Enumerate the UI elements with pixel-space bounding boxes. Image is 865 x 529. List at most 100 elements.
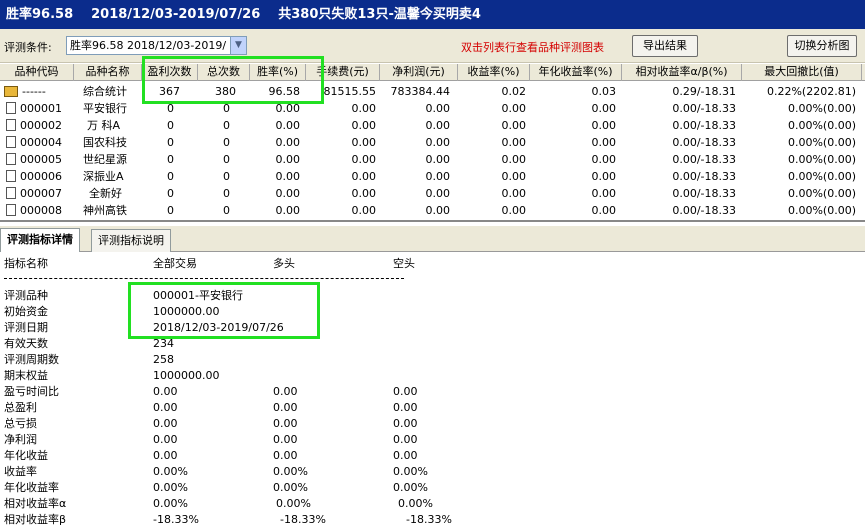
row-drawdown: 0.22%(2202.81) [766,85,856,98]
row-relative: 0.00/-18.33 [672,187,736,200]
row-total: 0 [223,136,230,149]
list-item: 盈亏时间比 0.00 0.00 0.00 [4,385,418,398]
list-item: 评测周期数 258 [4,353,174,366]
row-annual: 0.03 [591,85,617,98]
document-icon [6,170,16,182]
row-rate: 0.00 [275,204,301,217]
document-icon [6,153,16,165]
table-row[interactable]: 000006 深振业A 0 0 0.00 0.00 0.00 0.00 0.00… [0,168,865,185]
document-icon [6,204,16,216]
row-total: 0 [223,153,230,166]
highlight-box-details [128,282,320,339]
list-item: 相对收益率α 0.00% 0.00% 0.00% [4,497,433,510]
detail-header-all: 全部交易 [153,257,197,270]
document-icon [6,187,16,199]
row-code: 000005 [6,151,62,168]
detail-header-short: 空头 [393,257,415,270]
table-row[interactable]: 000001 平安银行 0 0 0.00 0.00 0.00 0.00 0.00… [0,100,865,117]
row-drawdown: 0.00%(0.00) [787,204,856,217]
row-drawdown: 0.00%(0.00) [787,102,856,115]
row-profit: 0.00 [425,187,451,200]
summary-icon [4,85,18,97]
row-code: 000002 [6,117,62,134]
row-profit: 783384.44 [390,85,451,98]
col-return-header[interactable]: 收益率(%) [458,64,530,81]
condition-select-value: 胜率96.58 2018/12/03-2019/ [70,39,227,52]
table-row[interactable]: 000007 全新好 0 0 0.00 0.00 0.00 0.00 0.00 … [0,185,865,202]
row-fee: 0.00 [351,170,377,183]
row-annual: 0.00 [591,119,617,132]
col-profit-header[interactable]: 净利润(元) [380,64,458,81]
row-wins: 0 [167,187,174,200]
row-fee: 0.00 [351,136,377,149]
list-item: 总亏损 0.00 0.00 0.00 [4,417,418,430]
row-profit: 0.00 [425,102,451,115]
row-rate: 0.00 [275,187,301,200]
row-relative: 0.00/-18.33 [672,136,736,149]
row-annual: 0.00 [591,187,617,200]
row-fee: 0.00 [351,187,377,200]
row-wins: 0 [167,119,174,132]
list-item: 年化收益率 0.00% 0.00% 0.00% [4,481,428,494]
row-profit: 0.00 [425,136,451,149]
row-name: 世纪星源 [83,153,127,166]
row-return: 0.00 [501,204,527,217]
row-code: ------ [4,83,46,100]
row-wins: 0 [167,153,174,166]
row-relative: 0.29/-18.31 [672,85,736,98]
row-annual: 0.00 [591,204,617,217]
detail-header-row: 指标名称 全部交易 多头 空头 [0,256,865,272]
row-name: 万 科A [87,119,121,132]
list-item: 净利润 0.00 0.00 0.00 [4,433,418,446]
row-name: 平安银行 [83,102,127,115]
table-row[interactable]: ------ 综合统计 367 380 96.58 81515.55 78338… [0,83,865,100]
col-name-header[interactable]: 品种名称 [74,64,142,81]
row-rate: 0.00 [275,136,301,149]
document-icon [6,136,16,148]
row-wins: 0 [167,136,174,149]
list-item: 期末权益 1000000.00 [4,369,220,382]
title-bar: 胜率96.58 2018/12/03-2019/07/26 共380只失败13只-温… [0,0,865,29]
document-icon [6,102,16,114]
list-item: 总盈利 0.00 0.00 0.00 [4,401,418,414]
row-code: 000006 [6,168,62,185]
row-name: 国农科技 [83,136,127,149]
tab-indicator-description[interactable]: 评测指标说明 [91,229,171,252]
row-annual: 0.00 [591,102,617,115]
row-profit: 0.00 [425,119,451,132]
switch-chart-button[interactable]: 切换分析图 [787,35,857,57]
row-code: 000004 [6,134,62,151]
row-total: 0 [223,187,230,200]
condition-label: 评测条件: [4,41,52,54]
row-name: 全新好 [89,187,122,200]
table-row[interactable]: 000002 万 科A 0 0 0.00 0.00 0.00 0.00 0.00… [0,117,865,134]
table-row[interactable]: 000004 国农科技 0 0 0.00 0.00 0.00 0.00 0.00… [0,134,865,151]
list-item: 收益率 0.00% 0.00% 0.00% [4,465,428,478]
row-relative: 0.00/-18.33 [672,153,736,166]
col-code-header[interactable]: 品种代码 [0,64,74,81]
row-rate: 0.00 [275,119,301,132]
document-icon [6,119,16,131]
row-return: 0.02 [501,85,527,98]
row-profit: 0.00 [425,153,451,166]
row-code: 000008 [6,202,62,219]
col-drawdown-header[interactable]: 最大回撤比(值) [742,64,862,81]
tab-indicator-details[interactable]: 评测指标详情 [0,228,80,253]
row-fee: 0.00 [351,119,377,132]
row-return: 0.00 [501,153,527,166]
col-relative-header[interactable]: 相对收益率α/β(%) [622,64,742,81]
row-relative: 0.00/-18.33 [672,170,736,183]
table-row[interactable]: 000008 神州高铁 0 0 0.00 0.00 0.00 0.00 0.00… [0,202,865,219]
row-relative: 0.00/-18.33 [672,102,736,115]
detail-header-long: 多头 [273,257,295,270]
col-annual-header[interactable]: 年化收益率(%) [530,64,622,81]
row-name: 深振业A [83,170,124,183]
row-profit: 0.00 [425,170,451,183]
hint-text: 双击列表行查看品种评测图表 [461,41,604,54]
results-grid: 品种代码 品种名称 盈利次数 总次数 胜率(%) 手续费(元) 净利润(元) 收… [0,64,865,222]
title-period: 2018/12/03-2019/07/26 [91,7,261,22]
condition-select[interactable]: 胜率96.58 2018/12/03-2019/ ▼ [66,36,247,55]
table-row[interactable]: 000005 世纪星源 0 0 0.00 0.00 0.00 0.00 0.00… [0,151,865,168]
chevron-down-icon[interactable]: ▼ [230,37,246,54]
export-button[interactable]: 导出结果 [632,35,698,57]
